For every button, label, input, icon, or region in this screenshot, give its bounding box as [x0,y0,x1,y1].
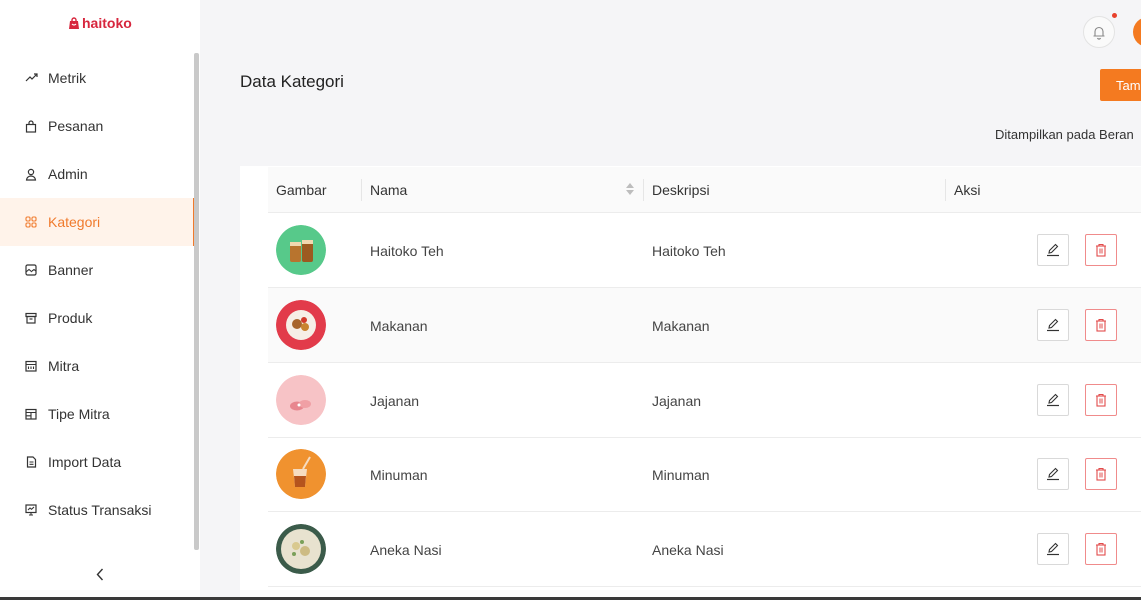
sidebar-item-banner[interactable]: Banner [0,246,195,294]
sidebar-item-admin[interactable]: Admin [0,150,195,198]
user-icon [24,167,38,181]
image-icon [24,263,38,277]
drink-thumb [276,449,326,499]
pencil-icon [1047,542,1059,556]
sort-icon[interactable] [626,183,634,195]
category-description: Haitoko Teh [652,242,726,259]
sidebar-item-label: Tipe Mitra [48,406,110,422]
table-header: Gambar Nama Deskripsi Aksi [268,167,1141,213]
table-row: Makanan Makanan [268,288,1141,363]
box-icon [24,311,38,325]
category-name: Jajanan [370,392,420,409]
table-row: Haitoko Teh Haitoko Teh [268,213,1141,288]
column-header-gambar: Gambar [276,182,327,198]
page-title: Data Kategori [240,72,344,91]
sidebar-item-import-data[interactable]: Import Data [0,438,195,486]
trash-icon [1096,542,1106,556]
sidebar-item-pesanan[interactable]: Pesanan [0,102,195,150]
category-description: Aneka Nasi [652,541,724,558]
sidebar-item-status-transaksi[interactable]: Status Transaksi [0,486,195,534]
sidebar-item-mitra[interactable]: Mitra [0,342,195,390]
column-divider [361,179,362,201]
category-description: Minuman [652,466,710,483]
sidebar-item-label: Import Data [48,454,122,470]
sidebar-item-label: Admin [48,166,88,182]
trend-up-icon [24,71,38,85]
sidebar-item-label: Mitra [48,358,80,374]
sidebar-item-label: Status Transaksi [48,502,152,518]
trash-icon [1096,243,1106,257]
snack-thumb [276,375,326,425]
avatar[interactable] [1133,17,1141,47]
delete-button[interactable] [1085,309,1117,341]
pencil-icon [1047,318,1059,332]
food-thumb [276,300,326,350]
sidebar-scrollbar[interactable] [194,53,199,550]
column-header-aksi: Aksi [954,182,981,198]
category-description: Jajanan [652,392,702,409]
notification-button[interactable] [1083,16,1115,48]
sidebar-item-kategori[interactable]: Kategori [0,198,195,246]
tea-thumb [276,225,326,275]
sidebar-collapse-button[interactable] [92,565,108,583]
pencil-icon [1047,467,1059,481]
brand-logo[interactable]: haitoko [68,15,132,31]
sidebar: haitoko Metrik Pesanan Admin Kategori Ba… [0,0,200,597]
column-header-nama[interactable]: Nama [370,167,407,213]
sidebar-item-tipe-mitra[interactable]: Tipe Mitra [0,390,195,438]
brand-name: haitoko [82,15,132,31]
category-name: Aneka Nasi [370,541,442,558]
edit-button[interactable] [1037,458,1069,490]
category-description: Makanan [652,317,710,334]
sidebar-item-label: Banner [48,262,94,278]
shopping-bag-logo-icon [69,16,79,29]
category-name: Minuman [370,466,428,483]
trash-icon [1096,467,1106,481]
table-row: Minuman Minuman [268,437,1141,512]
trash-icon [1096,393,1106,407]
rice-thumb [276,524,326,574]
category-name: Makanan [370,317,428,334]
column-header-deskripsi: Deskripsi [652,182,710,198]
sidebar-item-label: Metrik [48,70,87,86]
delete-button[interactable] [1085,458,1117,490]
sidebar-item-produk[interactable]: Produk [0,294,195,342]
shopping-bag-icon [24,119,38,133]
column-divider [643,179,644,201]
chart-board-icon [24,503,38,517]
trash-icon [1096,318,1106,332]
sidebar-item-label: Kategori [48,214,101,230]
bank-icon [24,359,38,373]
chevron-left-icon [96,568,104,580]
layout-icon [24,407,38,421]
category-name: Haitoko Teh [370,242,444,259]
pencil-icon [1047,243,1059,257]
table-row: Jajanan Jajanan [268,363,1141,438]
grid-icon [24,215,38,229]
delete-button[interactable] [1085,234,1117,266]
sidebar-item-label: Pesanan [48,118,104,134]
sidebar-item-metrik[interactable]: Metrik [0,54,195,102]
notification-badge [1112,13,1117,18]
column-divider [945,179,946,201]
sidebar-item-label: Produk [48,310,93,326]
add-category-button[interactable]: Tam [1100,69,1141,101]
edit-button[interactable] [1037,533,1069,565]
sidebar-nav: Metrik Pesanan Admin Kategori Banner Pro… [0,54,195,534]
edit-button[interactable] [1037,309,1069,341]
delete-button[interactable] [1085,384,1117,416]
file-icon [24,455,38,469]
edit-button[interactable] [1037,234,1069,266]
bell-icon [1093,26,1105,40]
table-row: Aneka Nasi Aneka Nasi [268,512,1141,587]
shown-on-home-label: Ditampilkan pada Beran [995,127,1134,142]
pencil-icon [1047,393,1059,407]
delete-button[interactable] [1085,533,1117,565]
edit-button[interactable] [1037,384,1069,416]
